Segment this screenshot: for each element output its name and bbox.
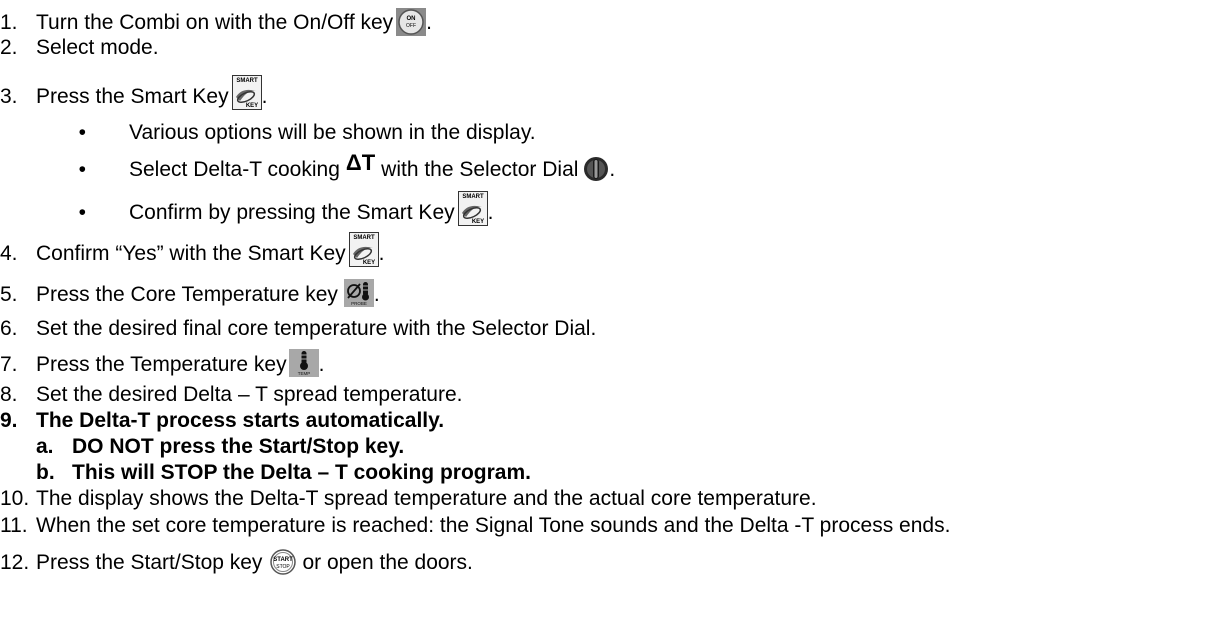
step-number: 7.: [0, 353, 18, 376]
step-number: 10.: [0, 487, 30, 510]
bullet-after: .: [609, 158, 616, 181]
step-text: The Delta-T process starts automatically…: [36, 409, 445, 432]
svg-text:SMART: SMART: [462, 194, 484, 200]
step-8: 8. Set the desired Delta – T spread temp…: [0, 384, 462, 405]
step-text: Set the desired final core temperature w…: [36, 317, 597, 340]
on-off-key-label-bottom: OFF: [406, 23, 416, 29]
step-11: 11. When the set core temperature is rea…: [0, 515, 950, 536]
step-9-sub-b: b. This will STOP the Delta – T cooking …: [0, 462, 531, 483]
step-3-bullet-1: • Various options will be shown in the d…: [0, 122, 536, 143]
step-after: .: [426, 10, 433, 34]
on-off-key-icon: ON OFF: [396, 8, 427, 36]
svg-text:SMART: SMART: [236, 78, 258, 84]
sub-text: DO NOT press the Start/Stop key.: [72, 435, 405, 458]
svg-text:START: START: [274, 557, 294, 563]
step-text: Press the Smart Key: [36, 85, 229, 108]
svg-text:KEY: KEY: [471, 219, 483, 225]
sub-letter: b.: [36, 461, 55, 484]
selector-dial-icon: [583, 156, 609, 182]
svg-text:TEMP: TEMP: [297, 371, 310, 376]
step-text: Confirm “Yes” with the Smart Key: [36, 242, 346, 265]
step-after: .: [378, 242, 385, 265]
svg-text:PROBE: PROBE: [351, 301, 367, 306]
step-text: Press the Core Temperature key: [36, 283, 338, 306]
bullet-text: Various options will be shown in the dis…: [129, 121, 536, 144]
step-10: 10. The display shows the Delta-T spread…: [0, 488, 817, 509]
step-text: Press the Temperature key: [36, 353, 287, 376]
step-text: Select mode.: [36, 36, 159, 59]
step-1: 1. Turn the Combi on with the On/Off key…: [0, 8, 432, 36]
step-3-bullet-3: • Confirm by pressing the Smart Key SMAR…: [0, 188, 493, 226]
svg-text:SMART: SMART: [353, 235, 375, 241]
step-after: .: [373, 283, 380, 306]
step-after: or open the doors.: [302, 551, 473, 574]
sub-text: This will STOP the Delta – T cooking pro…: [72, 461, 531, 484]
step-text: Press the Start/Stop key: [36, 551, 263, 574]
smart-key-icon: SMART KEY: [457, 191, 488, 226]
bullet-after: .: [487, 201, 494, 224]
step-number: 12.: [0, 551, 30, 574]
step-12: 12. Press the Start/Stop key START STOP …: [0, 545, 473, 575]
bullet-marker: •: [78, 121, 86, 144]
smart-key-icon: SMART KEY: [348, 232, 379, 267]
step-3: 3. Press the Smart Key SMART KEY .: [0, 72, 267, 110]
step-after: .: [261, 85, 268, 108]
sub-letter: a.: [36, 435, 54, 458]
step-9: 9. The Delta-T process starts automatica…: [0, 410, 444, 431]
step-5: 5. Press the Core Temperature key PROBE …: [0, 277, 380, 307]
step-text: The display shows the Delta-T spread tem…: [36, 487, 817, 510]
bullet-marker: •: [78, 158, 86, 181]
step-number: 8.: [0, 383, 18, 406]
start-stop-key-icon: START STOP: [270, 549, 297, 575]
bullet-marker: •: [78, 201, 86, 224]
step-number: 6.: [0, 317, 18, 340]
step-text: When the set core temperature is reached…: [36, 514, 951, 537]
bullet-text: Confirm by pressing the Smart Key: [129, 201, 455, 224]
step-4: 4. Confirm “Yes” with the Smart Key SMAR…: [0, 229, 385, 267]
bullet-text-middle: with the Selector Dial: [381, 158, 579, 181]
step-after: .: [318, 353, 325, 376]
step-3-bullet-2: • Select Delta-T cooking ΔT with the Sel…: [0, 152, 615, 182]
svg-text:KEY: KEY: [363, 260, 375, 266]
step-number: 2.: [0, 36, 18, 59]
svg-text:STOP: STOP: [277, 564, 291, 570]
delta-t-symbol: ΔT: [345, 150, 376, 175]
step-number: 5.: [0, 283, 18, 306]
step-text: Turn the Combi on with the On/Off key: [36, 10, 394, 34]
step-number: 4.: [0, 242, 18, 265]
step-number: 1.: [0, 10, 18, 34]
core-temperature-key-icon: PROBE: [343, 279, 374, 307]
bullet-text: Select Delta-T cooking: [129, 158, 340, 181]
step-text: Set the desired Delta – T spread tempera…: [36, 383, 463, 406]
smart-key-icon: SMART KEY: [231, 75, 262, 110]
step-number: 11.: [0, 514, 28, 537]
step-6: 6. Set the desired final core temperatur…: [0, 318, 596, 339]
on-off-key-label-top: ON: [407, 16, 416, 22]
temperature-key-icon: TEMP: [288, 349, 319, 377]
step-2: 2. Select mode.: [0, 37, 159, 58]
svg-text:KEY: KEY: [245, 103, 257, 109]
step-number: 9.: [0, 409, 18, 432]
step-9-sub-a: a. DO NOT press the Start/Stop key.: [0, 436, 404, 457]
step-number: 3.: [0, 85, 18, 108]
step-7: 7. Press the Temperature key TEMP .: [0, 345, 324, 377]
